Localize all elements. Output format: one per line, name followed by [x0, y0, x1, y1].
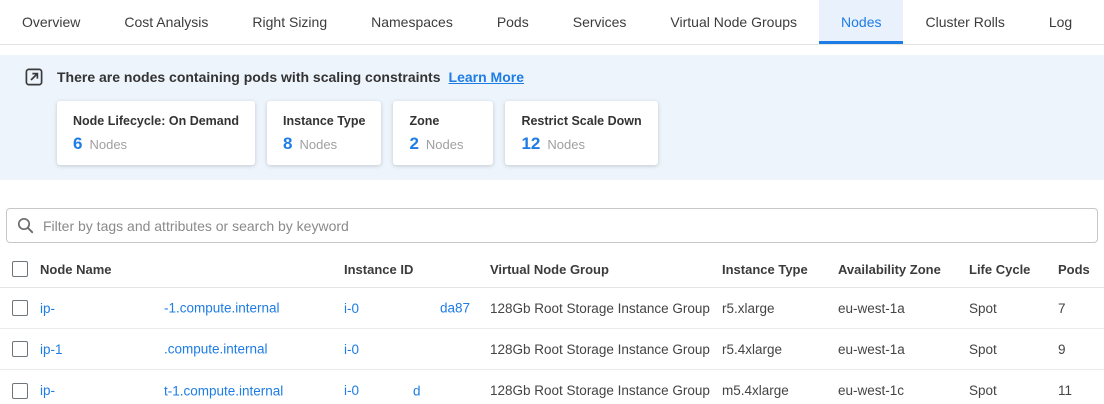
tab-cluster-rolls[interactable]: Cluster Rolls — [903, 0, 1026, 44]
learn-more-link[interactable]: Learn More — [449, 69, 524, 85]
instance-id-link[interactable]: i-0 — [344, 301, 359, 316]
col-header-instance-type: Instance Type — [722, 262, 838, 277]
life-cycle-cell: Spot — [969, 342, 1058, 357]
card-instance-type[interactable]: Instance Type 8 Nodes — [267, 101, 381, 165]
row-checkbox[interactable] — [12, 300, 28, 316]
constraint-cards: Node Lifecycle: On Demand 6 Nodes Instan… — [0, 101, 1104, 165]
node-name-link[interactable]: -1.compute.internal — [164, 301, 280, 316]
node-name-link[interactable]: t-1.compute.internal — [164, 383, 283, 398]
life-cycle-cell: Spot — [969, 383, 1058, 398]
tab-right-sizing[interactable]: Right Sizing — [230, 0, 349, 44]
availability-zone-cell: eu-west-1c — [838, 383, 969, 398]
card-node-lifecycle[interactable]: Node Lifecycle: On Demand 6 Nodes — [57, 101, 255, 165]
card-restrict-scale-down[interactable]: Restrict Scale Down 12 Nodes — [505, 101, 657, 165]
tab-nodes[interactable]: Nodes — [819, 0, 903, 44]
card-title: Instance Type — [283, 114, 365, 128]
instance-id-link[interactable]: i-0 — [344, 383, 359, 398]
col-header-virtual-node-group: Virtual Node Group — [490, 262, 722, 277]
virtual-node-group-cell: 128Gb Root Storage Instance Group — [490, 383, 722, 398]
filter-bar — [6, 208, 1098, 243]
card-title: Restrict Scale Down — [521, 114, 641, 128]
instance-type-cell: r5.xlarge — [722, 301, 838, 316]
virtual-node-group-cell: 128Gb Root Storage Instance Group — [490, 342, 722, 357]
card-unit: Nodes — [426, 137, 464, 152]
tab-log[interactable]: Log — [1027, 0, 1094, 44]
card-value: 12 — [521, 134, 540, 154]
scaling-constraints-banner: There are nodes containing pods with sca… — [0, 55, 1104, 180]
card-value: 2 — [409, 134, 418, 154]
table-row: ip-1 .compute.internal i-0 128Gb Root St… — [0, 329, 1104, 370]
node-name-link[interactable]: ip- — [40, 301, 55, 316]
instance-type-cell: r5.4xlarge — [722, 342, 838, 357]
col-header-life-cycle: Life Cycle — [969, 262, 1058, 277]
virtual-node-group-cell: 128Gb Root Storage Instance Group — [490, 301, 722, 316]
card-zone[interactable]: Zone 2 Nodes — [393, 101, 493, 165]
instance-id-link[interactable]: d — [413, 383, 421, 398]
node-name-link[interactable]: .compute.internal — [164, 342, 268, 357]
pods-cell: 7 — [1058, 301, 1104, 316]
search-input[interactable] — [43, 218, 1087, 234]
pods-cell: 9 — [1058, 342, 1104, 357]
row-checkbox[interactable] — [12, 341, 28, 357]
col-header-availability-zone: Availability Zone — [838, 262, 969, 277]
table-row: ip- t-1.compute.internal i-0 d 128Gb Roo… — [0, 370, 1104, 404]
table-row: ip- -1.compute.internal i-0 da87 128Gb R… — [0, 288, 1104, 329]
card-title: Zone — [409, 114, 477, 128]
tab-pods[interactable]: Pods — [475, 0, 551, 44]
nodes-table: Node Name Instance ID Virtual Node Group… — [0, 251, 1104, 404]
col-header-pods: Pods — [1058, 262, 1104, 277]
tab-overview[interactable]: Overview — [0, 0, 102, 44]
tab-services[interactable]: Services — [551, 0, 649, 44]
tab-bar: Overview Cost Analysis Right Sizing Name… — [0, 0, 1104, 45]
pods-cell: 11 — [1058, 383, 1104, 398]
instance-type-cell: m5.4xlarge — [722, 383, 838, 398]
search-icon — [17, 217, 34, 234]
table-header: Node Name Instance ID Virtual Node Group… — [0, 251, 1104, 288]
tab-namespaces[interactable]: Namespaces — [349, 0, 475, 44]
row-checkbox[interactable] — [12, 383, 28, 399]
scale-up-icon — [25, 68, 43, 86]
node-name-link[interactable]: ip- — [40, 383, 55, 398]
tab-cost-analysis[interactable]: Cost Analysis — [102, 0, 230, 44]
instance-id-link[interactable]: i-0 — [344, 342, 359, 357]
availability-zone-cell: eu-west-1a — [838, 342, 969, 357]
instance-id-link[interactable]: da87 — [440, 301, 470, 316]
availability-zone-cell: eu-west-1a — [838, 301, 969, 316]
node-name-link[interactable]: ip-1 — [40, 342, 63, 357]
card-unit: Nodes — [547, 137, 585, 152]
card-title: Node Lifecycle: On Demand — [73, 114, 239, 128]
card-value: 6 — [73, 134, 82, 154]
col-header-instance-id: Instance ID — [344, 262, 490, 277]
tab-virtual-node-groups[interactable]: Virtual Node Groups — [648, 0, 819, 44]
life-cycle-cell: Spot — [969, 301, 1058, 316]
card-unit: Nodes — [89, 137, 127, 152]
card-value: 8 — [283, 134, 292, 154]
col-header-node-name: Node Name — [40, 262, 344, 277]
banner-message: There are nodes containing pods with sca… — [57, 69, 441, 85]
select-all-checkbox[interactable] — [12, 261, 28, 277]
card-unit: Nodes — [299, 137, 337, 152]
